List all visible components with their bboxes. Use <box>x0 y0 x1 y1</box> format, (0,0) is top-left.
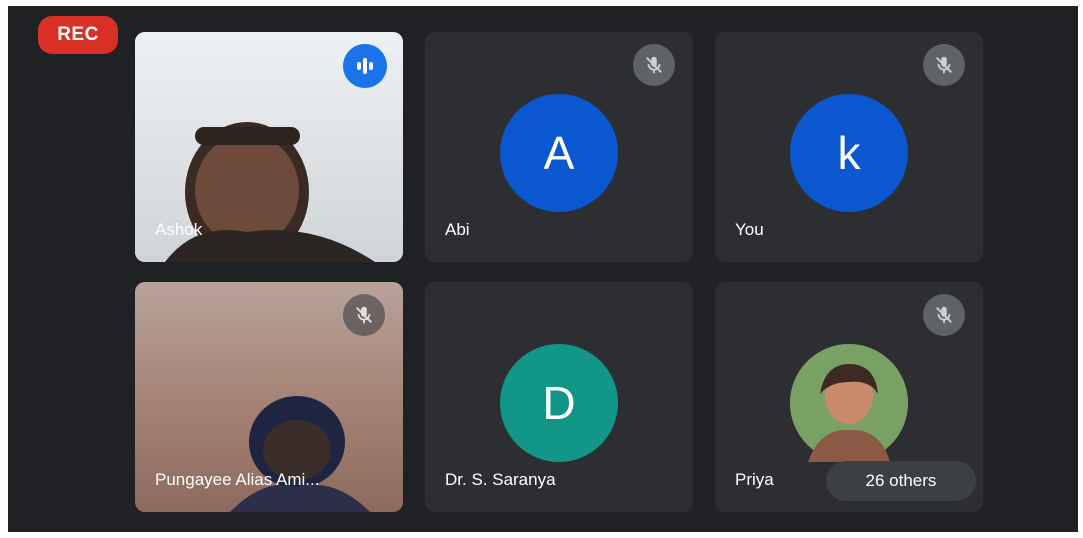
participant-tile[interactable]: Pungayee Alias Ami... <box>135 282 403 512</box>
avatar-initial: k <box>837 127 861 179</box>
participant-tile[interactable]: Ashok <box>135 32 403 262</box>
participant-name: Dr. S. Saranya <box>445 470 556 489</box>
participant-photo-avatar <box>790 344 908 462</box>
participant-tile[interactable]: A Abi <box>425 32 693 262</box>
participant-name: You <box>735 220 764 239</box>
participant-tile[interactable]: k You <box>715 32 983 262</box>
mic-off-icon <box>923 294 965 336</box>
recording-badge: REC <box>38 16 118 54</box>
mic-off-icon <box>633 44 675 86</box>
avatar-initial: A <box>543 127 575 179</box>
speaking-indicator-icon <box>343 44 387 88</box>
meeting-stage: REC Ashok A Abi k You Pungayee Alias Ami… <box>8 6 1078 532</box>
mic-off-icon <box>923 44 965 86</box>
others-count-button[interactable]: 26 others <box>826 461 976 501</box>
participant-name: Ashok <box>155 220 203 239</box>
avatar-initial: D <box>542 377 576 429</box>
participant-name: Priya <box>735 470 774 489</box>
participant-avatar: A <box>500 94 618 212</box>
participant-name: Abi <box>445 220 470 239</box>
participant-avatar: D <box>500 344 618 462</box>
participant-tile[interactable]: D Dr. S. Saranya <box>425 282 693 512</box>
mic-off-icon <box>343 294 385 336</box>
participant-avatar: k <box>790 94 908 212</box>
participant-name: Pungayee Alias Ami... <box>155 470 320 489</box>
